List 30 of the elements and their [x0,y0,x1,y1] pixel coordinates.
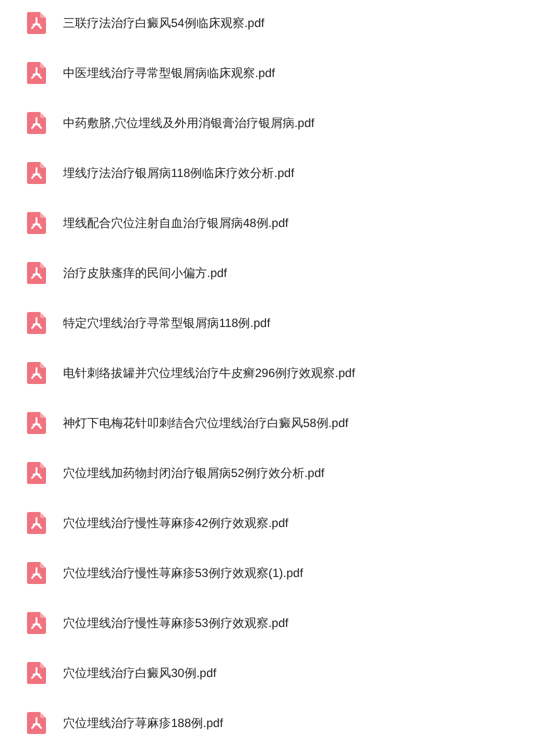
pdf-file-icon [27,562,46,584]
pdf-file-icon [27,162,46,184]
file-name[interactable]: 埋线疗法治疗银屑病118例临床疗效分析.pdf [63,164,294,182]
pdf-file-icon [27,462,46,484]
file-name[interactable]: 治疗皮肤瘙痒的民间小偏方.pdf [63,264,228,282]
pdf-file-icon [27,212,46,234]
pdf-file-icon [27,662,46,684]
file-name[interactable]: 神灯下电梅花针叩刺结合穴位埋线治疗白癜风58例.pdf [63,414,348,432]
file-name[interactable]: 穴位埋线治疗慢性荨麻疹53例疗效观察(1).pdf [63,564,304,582]
file-name[interactable]: 穴位埋线治疗荨麻疹188例.pdf [63,714,224,732]
file-name[interactable]: 特定穴埋线治疗寻常型银屑病118例.pdf [63,314,270,332]
file-name[interactable]: 穴位埋线加药物封闭治疗银屑病52例疗效分析.pdf [63,464,324,482]
pdf-file-icon [27,262,46,284]
pdf-file-icon [27,412,46,434]
file-name[interactable]: 穴位埋线治疗慢性荨麻疹42例疗效观察.pdf [63,514,288,532]
pdf-file-icon [27,612,46,634]
file-name[interactable]: 埋线配合穴位注射自血治疗银屑病48例.pdf [63,214,288,232]
file-name[interactable]: 中药敷脐,穴位埋线及外用消银膏治疗银屑病.pdf [63,114,314,132]
file-name[interactable]: 中医埋线治疗寻常型银屑病临床观察.pdf [63,64,276,82]
file-name[interactable]: 三联疗法治疗白癜风54例临床观察.pdf [63,14,264,32]
pdf-file-icon [27,112,46,134]
pdf-file-icon [27,362,46,384]
file-name[interactable]: 穴位埋线治疗慢性荨麻疹53例疗效观察.pdf [63,614,288,632]
pdf-file-icon [27,312,46,334]
pdf-file-icon [27,712,46,734]
pdf-file-icon [27,62,46,84]
file-name[interactable]: 电针刺络拔罐并穴位埋线治疗牛皮癣296例疗效观察.pdf [63,364,356,382]
pdf-file-icon [27,512,46,534]
file-name[interactable]: 穴位埋线治疗白癜风30例.pdf [63,664,216,682]
pdf-file-icon [27,12,46,34]
